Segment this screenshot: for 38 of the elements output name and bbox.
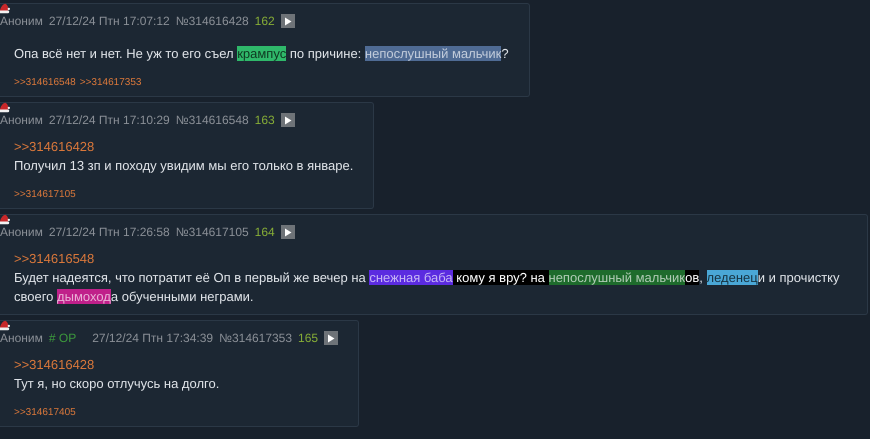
play-button[interactable] bbox=[280, 225, 295, 239]
reply-ref-link[interactable]: >>314617105 bbox=[14, 189, 76, 200]
post-number[interactable]: №314617105 bbox=[176, 225, 249, 239]
santa-hat-icon bbox=[0, 3, 11, 14]
poster-name: Аноним bbox=[0, 225, 43, 239]
play-icon bbox=[284, 228, 292, 236]
reply-ref-link[interactable]: >>314617353 bbox=[80, 77, 142, 88]
play-icon bbox=[284, 16, 292, 26]
post-count: 164 bbox=[254, 225, 275, 239]
reply-ref-link[interactable]: >>314616548 bbox=[14, 77, 76, 88]
play-icon bbox=[327, 334, 336, 342]
post-date: 27/12/24 Птн 17:34:39 bbox=[92, 331, 214, 345]
post-count: 163 bbox=[254, 113, 275, 127]
post-text: Получил 13 зп и походу увидим мы его только в январе. bbox=[14, 157, 354, 175]
post-date: 27/12/24 Птн 17:10:29 bbox=[48, 113, 170, 127]
post-date: 27/12/24 Птн 17:07:12 bbox=[48, 14, 170, 28]
poster-name: Аноним bbox=[0, 14, 43, 28]
post-text: Тут я, но скоро отлучусь на долго. bbox=[14, 375, 220, 393]
post-number[interactable]: №314616548 bbox=[176, 113, 249, 127]
reply-link[interactable]: >>314616428 bbox=[14, 139, 354, 154]
play-button[interactable] bbox=[280, 113, 295, 127]
poster-name: Аноним bbox=[0, 113, 43, 127]
play-icon bbox=[284, 116, 292, 124]
post-count: 165 bbox=[298, 331, 318, 345]
play-button[interactable] bbox=[324, 331, 338, 345]
reply-link[interactable]: >>314616428 bbox=[14, 357, 338, 372]
santa-hat-icon bbox=[0, 214, 11, 225]
reply-link[interactable]: >>314616548 bbox=[14, 251, 847, 266]
santa-hat-icon bbox=[0, 102, 11, 113]
op-tag: # OP bbox=[48, 331, 76, 345]
reply-ref-link[interactable]: >>314617405 bbox=[14, 407, 76, 418]
post-date: 27/12/24 Птн 17:26:58 bbox=[48, 225, 170, 239]
santa-hat-icon bbox=[0, 320, 11, 331]
play-button[interactable] bbox=[280, 14, 295, 28]
post-number[interactable]: №314617353 bbox=[219, 331, 292, 345]
post-count: 162 bbox=[254, 14, 275, 28]
poster-name: Аноним bbox=[0, 331, 43, 345]
post-number[interactable]: №314616428 bbox=[176, 14, 249, 28]
